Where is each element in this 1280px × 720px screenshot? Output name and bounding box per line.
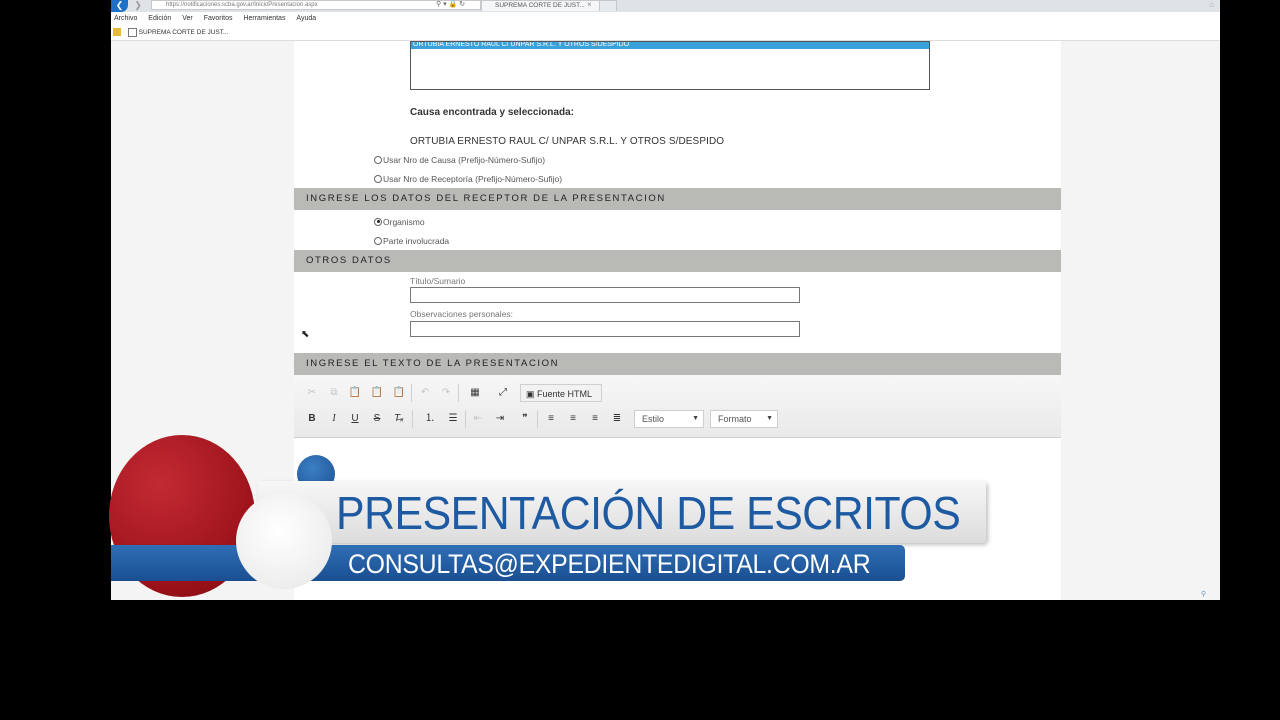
favorite-link[interactable]: SUPREMA CORTE DE JUST... [139, 29, 229, 36]
page-icon [127, 27, 137, 37]
cause-list-selected-row[interactable]: ORTUBIA ERNESTO RAUL C/ UNPAR S.R.L. Y O… [411, 42, 929, 49]
back-button[interactable]: ❮ [111, 0, 128, 12]
bulleted-list-icon[interactable]: ☰ [444, 410, 462, 428]
strikethrough-icon[interactable]: S [368, 410, 386, 428]
redo-icon[interactable]: ↷ [437, 384, 455, 402]
mouse-cursor-icon: ⬉ [301, 329, 310, 340]
italic-icon[interactable]: I [325, 410, 343, 428]
toolbar-separator [465, 410, 466, 428]
observaciones-input[interactable] [410, 321, 800, 337]
paste-text-icon[interactable]: 📋 [368, 384, 386, 402]
toolbar-separator [411, 384, 412, 402]
justify-icon[interactable]: ≣ [608, 410, 626, 428]
menu-edicion[interactable]: Edición [148, 15, 171, 22]
found-cause-title: Causa encontrada y seleccionada: [410, 107, 574, 118]
new-tab-button[interactable] [599, 0, 617, 11]
estilo-dropdown[interactable]: Estilo ▼ [634, 410, 704, 428]
table-icon[interactable]: ▦ [466, 384, 484, 402]
radio-organismo[interactable]: Organismo [374, 215, 425, 229]
menu-favoritos[interactable]: Favoritos [204, 15, 233, 22]
toolbar-separator [537, 410, 538, 428]
blockquote-icon[interactable]: ❞ [516, 410, 534, 428]
align-center-icon[interactable]: ≡ [564, 410, 582, 428]
page-viewport: ORTUBIA ERNESTO RAUL C/ UNPAR S.R.L. Y O… [111, 41, 1220, 600]
remove-format-icon[interactable]: T̶ₓ [390, 410, 408, 428]
found-cause-value: ORTUBIA ERNESTO RAUL C/ UNPAR S.R.L. Y O… [410, 136, 725, 147]
section-header-otros: OTROS DATOS [294, 250, 1061, 272]
address-bar[interactable]: https://notificaciones.scba.gov.ar/Inici… [151, 0, 481, 10]
cause-listbox[interactable]: ORTUBIA ERNESTO RAUL C/ UNPAR S.R.L. Y O… [410, 41, 930, 90]
source-html-label: Fuente HTML [537, 389, 593, 399]
toolbar-separator [458, 384, 459, 402]
menu-archivo[interactable]: Archivo [114, 15, 137, 22]
undo-icon[interactable]: ↶ [416, 384, 434, 402]
titulo-input[interactable] [410, 287, 800, 303]
align-left-icon[interactable]: ≡ [542, 410, 560, 428]
radio-button[interactable] [374, 174, 382, 183]
radio-parte-label: Parte involucrada [383, 236, 450, 246]
estilo-label: Estilo [642, 414, 665, 424]
close-tab-icon[interactable]: × [587, 0, 592, 10]
menu-herramientas[interactable]: Herramientas [243, 15, 285, 22]
outdent-icon[interactable]: ⇤ [469, 410, 487, 428]
home-icon[interactable]: ⌂ [1209, 0, 1214, 10]
forward-button[interactable]: ❯ [131, 0, 145, 11]
paste-icon[interactable]: 📋 [346, 384, 364, 402]
radio-parte-involucrada[interactable]: Parte involucrada [374, 234, 449, 248]
source-html-button[interactable]: ▣ Fuente HTML [520, 384, 602, 402]
section-header-texto: INGRESE EL TEXTO DE LA PRESENTACION [294, 353, 1061, 375]
cut-icon[interactable]: ✂ [303, 384, 321, 402]
favorites-bar: SUPREMA CORTE DE JUST... [111, 25, 1220, 41]
menu-bar: Archivo Edición Ver Favoritos Herramient… [111, 12, 1220, 25]
radio-nro-receptoria-label: Usar Nro de Receptoría (Prefijo-Número-S… [383, 174, 563, 184]
radio-button-checked[interactable] [374, 217, 382, 226]
numbered-list-icon[interactable]: ⒈ [421, 410, 439, 428]
paste-word-icon[interactable]: 📋 [390, 384, 408, 402]
chevron-down-icon: ▼ [692, 415, 699, 422]
menu-ver[interactable]: Ver [182, 15, 193, 22]
presentation-form: ORTUBIA ERNESTO RAUL C/ UNPAR S.R.L. Y O… [294, 41, 1061, 600]
bold-icon[interactable]: B [303, 410, 321, 428]
align-right-icon[interactable]: ≡ [586, 410, 604, 428]
formato-label: Formato [718, 414, 752, 424]
radio-nro-causa-label: Usar Nro de Causa (Prefijo-Número-Sufijo… [383, 155, 546, 165]
radio-organismo-label: Organismo [383, 217, 425, 227]
maximize-icon[interactable]: ⤢ [494, 384, 512, 402]
radio-button[interactable] [374, 155, 382, 164]
address-actions-icon[interactable]: ⚲ ▾ 🔒 ↻ [436, 0, 465, 10]
menu-ayuda[interactable]: Ayuda [296, 15, 316, 22]
radio-nro-receptoria[interactable]: Usar Nro de Receptoría (Prefijo-Número-S… [374, 172, 562, 186]
section-header-receptor: INGRESE LOS DATOS DEL RECEPTOR DE LA PRE… [294, 188, 1061, 210]
underline-icon[interactable]: U [346, 410, 364, 428]
observaciones-label: Observaciones personales: [410, 309, 514, 319]
radio-nro-causa[interactable]: Usar Nro de Causa (Prefijo-Número-Sufijo… [374, 153, 545, 167]
browser-tab[interactable]: SUPREMA CORTE DE JUST... [481, 0, 601, 11]
chevron-down-icon: ▼ [766, 415, 773, 422]
radio-button[interactable] [374, 236, 382, 245]
editor-toolbar: ✂ ⧉ 📋 📋 📋 ↶ ↷ ▦ ⤢ ▣ Fuente HTML B I U S … [294, 375, 1061, 438]
titulo-label: Título/Sumario [410, 276, 466, 286]
toolbar-separator [412, 410, 413, 428]
copy-icon[interactable]: ⧉ [325, 384, 343, 402]
indent-icon[interactable]: ⇥ [491, 410, 509, 428]
browser-window: ❮ ❯ https://notificaciones.scba.gov.ar/I… [111, 0, 1220, 600]
formato-dropdown[interactable]: Formato ▼ [710, 410, 778, 428]
favorites-star-icon[interactable] [113, 28, 121, 37]
source-html-icon: ▣ [526, 389, 535, 399]
